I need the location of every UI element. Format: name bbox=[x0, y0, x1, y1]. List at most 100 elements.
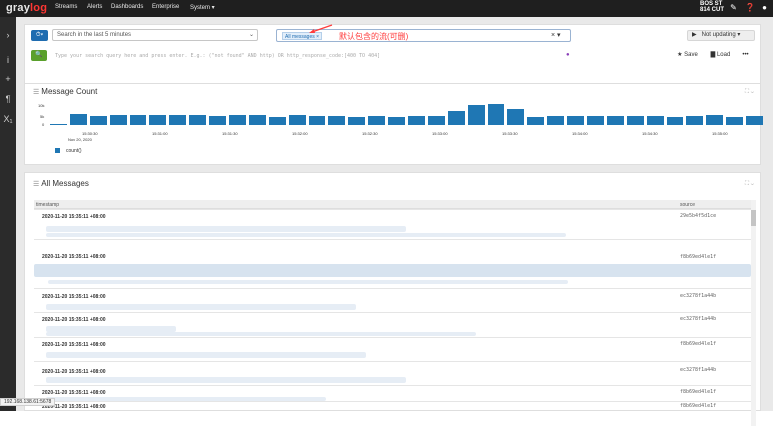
time-type-button[interactable]: ⏱▾ bbox=[31, 30, 48, 41]
clear-icon[interactable]: × ▾ bbox=[551, 31, 561, 39]
table-row[interactable]: 2020-11-20 15:35:11 +08:00 ec3278f1a44b bbox=[34, 312, 751, 337]
chart-bar[interactable] bbox=[686, 116, 704, 125]
chart-bar[interactable] bbox=[169, 114, 187, 125]
chart-bar[interactable] bbox=[567, 116, 584, 125]
chart-bar[interactable] bbox=[89, 115, 107, 125]
table-row[interactable]: 2020-11-20 15:35:11 +08:00 f8b69ed4le1f bbox=[34, 239, 751, 284]
chart-bar[interactable] bbox=[388, 117, 405, 125]
chevron-right-icon[interactable]: › bbox=[0, 30, 16, 40]
table-row[interactable]: 2020-11-20 15:35:11 +08:00 29e5b4f5d1ce bbox=[34, 209, 751, 239]
chart-bar[interactable] bbox=[746, 115, 763, 125]
nav-dashboards[interactable]: Dashboards bbox=[111, 4, 143, 10]
chart-bar[interactable] bbox=[69, 113, 87, 125]
table-row[interactable]: 2020-11-20 15:35:11 +08:00 ec3278f1a44b bbox=[34, 361, 751, 385]
chart-bar[interactable] bbox=[447, 110, 465, 125]
chart-bar[interactable] bbox=[646, 115, 664, 125]
message-source[interactable]: f8b69ed4le1f bbox=[680, 341, 716, 347]
time-range-select[interactable]: Search in the last 5 minutes ⌄ bbox=[52, 29, 258, 41]
main-area: ⏱▾ Search in the last 5 minutes ⌄ All mes… bbox=[16, 17, 773, 426]
chart-bar[interactable] bbox=[149, 115, 167, 125]
column-header-timestamp[interactable]: timestamp bbox=[36, 202, 59, 208]
chart-bar[interactable] bbox=[189, 114, 207, 125]
chart-bar[interactable] bbox=[547, 115, 565, 125]
search-bar: ⏱▾ Search in the last 5 minutes ⌄ All mes… bbox=[24, 24, 761, 84]
message-count-panel: ☰ Message Count ⛶ ⌄ 10k 5k 0 15:30:30 15:3… bbox=[24, 83, 763, 165]
drag-handle-icon[interactable]: ☰ bbox=[33, 181, 39, 188]
chart-bar[interactable] bbox=[487, 104, 505, 125]
chart-bar[interactable] bbox=[328, 115, 346, 125]
chart-bar[interactable] bbox=[587, 115, 604, 125]
chart-bar[interactable] bbox=[50, 123, 67, 125]
chart-bar[interactable] bbox=[527, 117, 545, 125]
message-source[interactable]: f8b69ed4le1f bbox=[680, 403, 716, 409]
chart-bar[interactable] bbox=[606, 116, 624, 125]
all-messages-panel: ☰ All Messages ⛶ ⌄ timestamp source 2020-… bbox=[24, 172, 761, 426]
message-content bbox=[46, 352, 366, 358]
top-navbar: graylog Streams Alerts Dashboards Enterp… bbox=[0, 0, 773, 17]
nav-alerts[interactable]: Alerts bbox=[87, 4, 102, 10]
message-source[interactable]: f8b69ed4le1f bbox=[680, 389, 716, 395]
message-content bbox=[46, 226, 406, 232]
chart-bar[interactable] bbox=[666, 116, 684, 125]
save-search-button[interactable]: ★ Save bbox=[671, 51, 704, 62]
scrollbar-track[interactable] bbox=[751, 200, 756, 426]
nav-enterprise[interactable]: Enterprise bbox=[152, 4, 179, 10]
x-tick-label: 15:34:30 bbox=[642, 131, 658, 136]
message-count-chart[interactable] bbox=[49, 104, 765, 125]
widget-actions[interactable]: ⛶ ⌄ bbox=[745, 181, 754, 188]
chart-bar[interactable] bbox=[288, 114, 306, 125]
table-row[interactable]: 2020-11-20 15:35:11 +08:00 f8b69ed4le1f bbox=[34, 401, 751, 411]
message-source[interactable]: ec3278f1a44b bbox=[680, 316, 716, 322]
message-content bbox=[46, 377, 406, 383]
load-search-button[interactable]: ▇ Load bbox=[705, 51, 736, 62]
query-input[interactable]: Type your search query here and press en… bbox=[55, 53, 380, 59]
x-tick-label: 15:30:30 bbox=[82, 131, 98, 136]
edit-icon[interactable]: ✎ bbox=[729, 3, 738, 12]
chart-bar[interactable] bbox=[368, 115, 386, 125]
table-row[interactable]: 2020-11-20 15:35:11 +08:00 f8b69ed4le1f bbox=[34, 337, 751, 361]
widget-actions[interactable]: ⛶ ⌄ bbox=[745, 89, 754, 96]
chart-bar[interactable] bbox=[507, 108, 525, 125]
help-icon[interactable]: ❓ bbox=[745, 3, 755, 12]
table-row[interactable]: 2020-11-20 15:35:11 +08:00 f8b69ed4le1f bbox=[34, 385, 751, 401]
chart-bar[interactable] bbox=[408, 116, 425, 125]
column-header-source[interactable]: source bbox=[680, 202, 695, 208]
chart-bar[interactable] bbox=[467, 105, 485, 125]
chart-bar[interactable] bbox=[726, 117, 744, 125]
chart-bar[interactable] bbox=[706, 115, 724, 125]
message-source[interactable]: ec3278f1a44b bbox=[680, 293, 716, 299]
nav-streams[interactable]: Streams bbox=[55, 4, 77, 10]
message-source[interactable]: 29e5b4f5d1ce bbox=[680, 213, 716, 219]
message-source[interactable]: ec3278f1a44b bbox=[680, 367, 716, 373]
message-timestamp: 2020-11-20 15:35:11 +08:00 bbox=[42, 294, 106, 300]
user-icon[interactable]: ● bbox=[760, 3, 769, 12]
more-actions-button[interactable]: ••• bbox=[738, 51, 753, 62]
chart-bar[interactable] bbox=[268, 116, 286, 125]
chart-bar[interactable] bbox=[626, 116, 644, 125]
plus-icon[interactable]: + bbox=[0, 74, 16, 84]
info-icon[interactable]: i bbox=[0, 55, 16, 65]
drag-handle-icon[interactable]: ☰ bbox=[33, 89, 39, 96]
nav-system[interactable]: System ▾ bbox=[190, 4, 215, 11]
message-source[interactable]: f8b69ed4le1f bbox=[680, 254, 716, 260]
search-button[interactable]: 🔍 bbox=[31, 50, 47, 61]
refresh-toggle-button[interactable]: ▶ Not updating ▾ bbox=[687, 30, 755, 41]
chart-bar[interactable] bbox=[348, 116, 366, 125]
left-sidebar: › i + ¶ X₁ bbox=[0, 17, 16, 411]
chart-bar[interactable] bbox=[109, 115, 127, 125]
chart-bar[interactable] bbox=[248, 114, 266, 125]
chart-bar[interactable] bbox=[427, 115, 445, 125]
annotation-text: 默认包含的流(可删) bbox=[339, 32, 409, 41]
message-content bbox=[46, 304, 356, 310]
table-row[interactable]: 2020-11-20 15:35:11 +08:00 ec3278f1a44b bbox=[34, 288, 751, 312]
scrollbar-thumb[interactable] bbox=[751, 210, 756, 226]
legend-label[interactable]: count() bbox=[66, 148, 82, 154]
x-tick-label: 15:33:00 bbox=[432, 131, 448, 136]
chart-bar[interactable] bbox=[209, 115, 226, 125]
x-subscript-icon[interactable]: X₁ bbox=[0, 114, 16, 124]
chart-bar[interactable] bbox=[129, 115, 147, 125]
graylog-logo[interactable]: graylog bbox=[6, 2, 47, 14]
chart-bar[interactable] bbox=[308, 115, 326, 125]
paragraph-icon[interactable]: ¶ bbox=[0, 94, 16, 104]
chart-bar[interactable] bbox=[229, 115, 246, 125]
